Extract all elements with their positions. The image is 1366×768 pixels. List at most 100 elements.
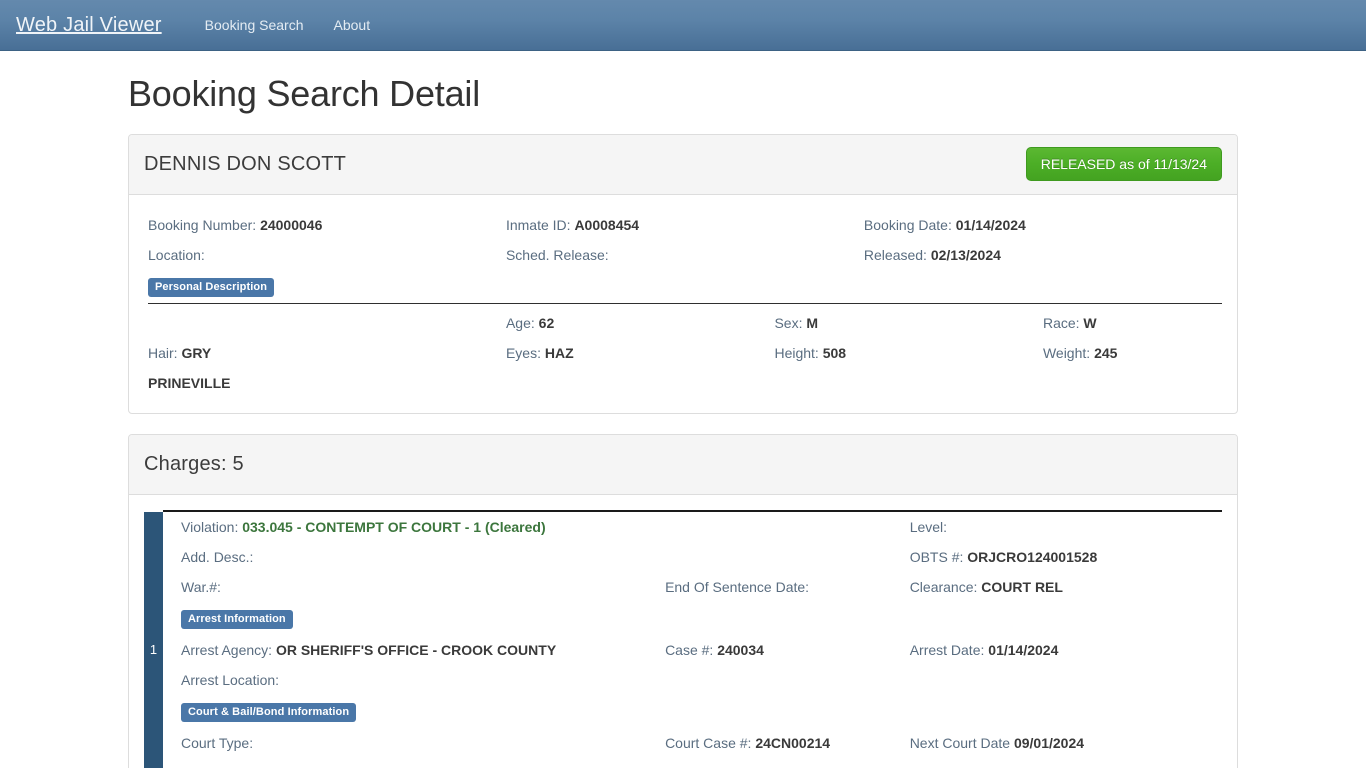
clearance-value: COURT REL	[981, 578, 1063, 595]
field-end-of-sentence: End Of Sentence Date:	[665, 572, 910, 602]
next-court-date-label: Next Court Date	[909, 734, 1011, 751]
field-level: Level:	[910, 512, 947, 542]
field-violation: Violation: 033.045 - CONTEMPT OF COURT -…	[181, 512, 910, 542]
race-label: Race:	[1042, 314, 1080, 331]
booking-row-2: Location: Sched. Release: Released: 02/1…	[144, 240, 1222, 270]
booking-date-value: 01/14/2024	[955, 216, 1026, 233]
booking-number-value: 24000046	[260, 216, 323, 233]
end-of-sentence-label: End Of Sentence Date:	[665, 578, 810, 595]
sex-value: M	[806, 314, 819, 331]
brand-link[interactable]: Web Jail Viewer	[16, 0, 176, 51]
obts-value: ORJCRO124001528	[967, 548, 1098, 565]
released-value: 02/13/2024	[930, 246, 1001, 263]
field-height: Height: 508	[774, 338, 1043, 368]
charges-heading: Charges: 5	[144, 452, 244, 475]
personal-row-1: Age: 62 Sex: M Race: W	[144, 308, 1222, 338]
charges-panel: Charges: 5 1 Violation: 033.045 - CONTEM…	[128, 433, 1238, 768]
arrest-information-badge: Arrest Information	[181, 609, 293, 629]
field-warrant: War.#:	[181, 572, 665, 602]
case-number-value: 240034	[717, 641, 764, 658]
field-arrest-location: Arrest Location:	[181, 665, 665, 695]
weight-label: Weight:	[1042, 344, 1091, 361]
field-weight: Weight: 245	[1043, 338, 1117, 368]
eyes-label: Eyes:	[505, 344, 541, 361]
city-value: PRINEVILLE	[148, 374, 231, 391]
booking-panel-heading: DENNIS DON SCOTT RELEASED as of 11/13/24	[129, 134, 1237, 195]
nav-link-booking-search[interactable]: Booking Search	[190, 0, 319, 51]
field-arrest-agency: Arrest Agency: OR SHERIFF'S OFFICE - CRO…	[181, 635, 665, 665]
obts-label: OBTS #:	[909, 548, 964, 565]
req-bond-value: CONSEC	[282, 765, 342, 768]
field-req-bond: Req. Bond/Bail: CONSEC	[181, 758, 665, 768]
field-bond-group: Bond Group #: 0	[665, 758, 910, 768]
field-eyes: Eyes: HAZ	[506, 338, 775, 368]
clearance-label: Clearance:	[909, 578, 978, 595]
personal-description-divider	[148, 302, 1222, 304]
inmate-name: DENNIS DON SCOTT	[144, 152, 347, 175]
charge-item: 1 Violation: 033.045 - CONTEMPT OF COURT…	[144, 511, 1222, 768]
nav-link-about[interactable]: About	[319, 0, 386, 51]
field-location: Location:	[148, 240, 506, 270]
field-add-desc: Add. Desc.:	[181, 542, 910, 572]
case-number-label: Case #:	[665, 641, 714, 658]
booking-detail-panel: DENNIS DON SCOTT RELEASED as of 11/13/24…	[128, 133, 1238, 414]
add-desc-label: Add. Desc.:	[181, 548, 254, 565]
req-bond-label: Req. Bond/Bail:	[181, 765, 278, 768]
age-value: 62	[538, 314, 555, 331]
inmate-id-label: Inmate ID:	[505, 216, 571, 233]
height-value: 508	[822, 344, 847, 361]
warrant-label: War.#:	[181, 578, 221, 595]
charge-row-arrest-location: Arrest Location:	[181, 665, 1222, 695]
violation-label: Violation:	[181, 518, 239, 535]
booking-date-label: Booking Date:	[863, 216, 952, 233]
arrest-agency-label: Arrest Agency:	[181, 641, 273, 658]
personal-row-3: PRINEVILLE	[144, 368, 1222, 398]
status-badge[interactable]: RELEASED as of 11/13/24	[1025, 147, 1222, 182]
field-released: Released: 02/13/2024	[864, 240, 1222, 270]
arrest-date-value: 01/14/2024	[988, 641, 1059, 658]
race-value: W	[1083, 314, 1097, 331]
charge-row-warrant: War.#: End Of Sentence Date: Clearance: …	[181, 572, 1222, 602]
arrest-date-label: Arrest Date:	[909, 641, 985, 658]
released-label: Released:	[863, 246, 927, 263]
field-city: PRINEVILLE	[148, 368, 506, 398]
height-label: Height:	[774, 344, 819, 361]
booking-number-label: Booking Number:	[148, 216, 257, 233]
field-sched-release: Sched. Release:	[506, 240, 864, 270]
top-navbar: Web Jail Viewer Booking Search About	[0, 0, 1366, 51]
booking-panel-body: Booking Number: 24000046 Inmate ID: A000…	[129, 195, 1237, 413]
level-label: Level:	[909, 518, 948, 535]
field-next-court-date: Next Court Date 09/01/2024	[910, 728, 1084, 758]
bond-group-label: Bond Group #:	[665, 765, 756, 768]
charge-body: Violation: 033.045 - CONTEMPT OF COURT -…	[163, 512, 1222, 768]
court-case-label: Court Case #:	[665, 734, 752, 751]
court-type-label: Court Type:	[181, 734, 254, 751]
inmate-id-value: A0008454	[574, 216, 640, 233]
sched-release-label: Sched. Release:	[505, 246, 609, 263]
field-inmate-id: Inmate ID: A0008454	[506, 210, 864, 240]
bond-group-value: 0	[760, 765, 768, 768]
court-case-value: 24CN00214	[755, 734, 831, 751]
charge-index: 1	[144, 511, 163, 768]
hair-label: Hair:	[148, 344, 178, 361]
arrest-information-badge-wrap: Arrest Information	[181, 609, 1222, 629]
charge-row-violation: Violation: 033.045 - CONTEMPT OF COURT -…	[181, 512, 1222, 542]
page-container: Booking Search Detail DENNIS DON SCOTT R…	[113, 74, 1253, 768]
field-hair: Hair: GRY	[148, 338, 506, 368]
charge-row-arrest-agency: Arrest Agency: OR SHERIFF'S OFFICE - CRO…	[181, 635, 1222, 665]
booking-row-1: Booking Number: 24000046 Inmate ID: A000…	[144, 210, 1222, 240]
field-court-case: Court Case #: 24CN00214	[665, 728, 910, 758]
sex-label: Sex:	[774, 314, 803, 331]
field-obts: OBTS #: ORJCRO124001528	[910, 542, 1098, 572]
next-court-date-value: 09/01/2024	[1013, 734, 1085, 751]
court-bond-badge: Court & Bail/Bond Information	[181, 702, 357, 722]
nav-links: Booking Search About	[190, 0, 385, 51]
field-case-number: Case #: 240034	[665, 635, 910, 665]
field-age: Age: 62	[506, 308, 775, 338]
page-title: Booking Search Detail	[128, 73, 481, 114]
field-arrest-date: Arrest Date: 01/14/2024	[910, 635, 1059, 665]
charges-panel-heading: Charges: 5	[129, 434, 1237, 495]
personal-description-badge: Personal Description	[148, 277, 275, 297]
eyes-value: HAZ	[544, 344, 574, 361]
court-bond-badge-wrap: Court & Bail/Bond Information	[181, 702, 1222, 722]
